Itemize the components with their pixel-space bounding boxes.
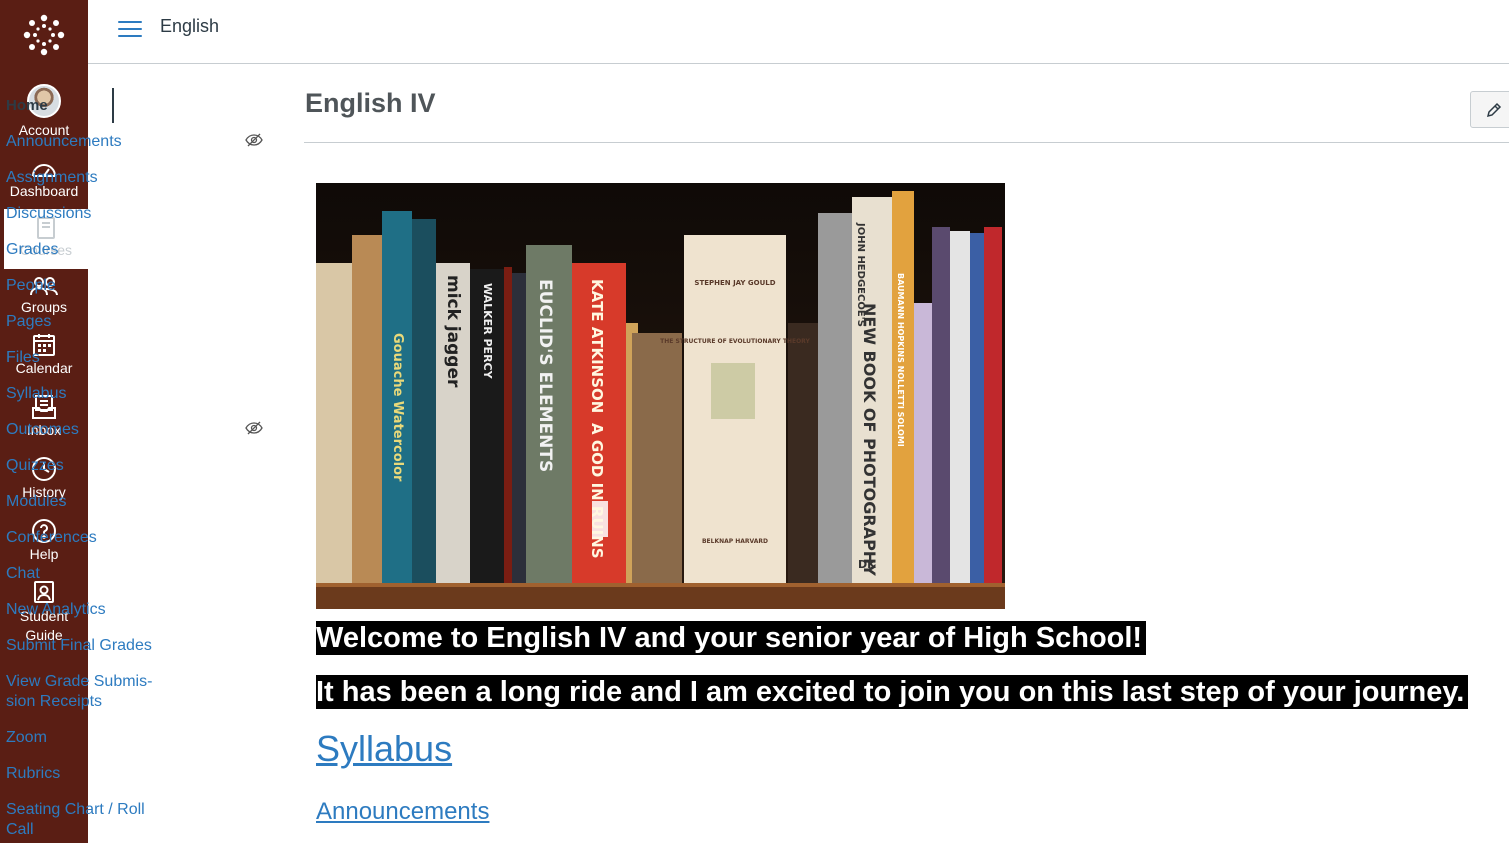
course-nav-files[interactable]: Files [6,348,156,368]
hidden-eye-icon[interactable] [245,421,263,435]
course-nav-announcements[interactable]: Announcements [6,132,156,152]
spine-text-baumann: BAUMANN HOPKINS NOLLETTI SOLOMI [896,273,905,447]
page-title: English IV [305,88,436,118]
course-nav-modules[interactable]: Modules [6,492,156,512]
course-nav-submit-final-grades[interactable]: Submit Final Grades [6,636,156,656]
course-nav-people[interactable]: People [6,276,156,296]
spine-text-belknap: BELKNAP HARVARD [702,538,768,545]
course-nav-view-grade-submission-receipts[interactable]: View Grade Submis- sion Receipts [6,672,156,712]
spine-text-walker: WALKER PERCY [481,283,494,380]
course-nav-discussions[interactable]: Discussions [6,204,156,224]
welcome-line-1: Welcome to English IV and your senior ye… [316,621,1147,655]
course-nav-grades[interactable]: Grades [6,240,156,260]
edit-button[interactable] [1470,91,1509,128]
spine-text-watercolor: Gouache Watercolor [390,333,405,482]
hamburger-menu-icon[interactable] [118,18,142,38]
announcements-link[interactable]: Announcements [316,798,489,826]
course-nav-seating-line2: Call [6,821,34,838]
breadcrumb-course[interactable]: English [160,16,219,37]
course-nav-conferences[interactable]: Conferences [6,528,156,548]
spine-text-kate: KATE ATKINSON [588,279,606,413]
course-nav-seating-chart[interactable]: Seating Chart / Roll Call [6,800,156,840]
spine-text-structure: THE STRUCTURE OF EVOLUTIONARY THEORY [660,338,810,345]
course-nav-assignments[interactable]: Assignments [6,168,156,188]
spine-text-photo: NEW BOOK OF PHOTOGRAPHY [860,303,879,576]
title-divider [304,142,1509,143]
spine-text-mick: mick jagger [443,275,463,388]
course-nav-rubrics[interactable]: Rubrics [6,764,156,784]
course-nav-zoom[interactable]: Zoom [6,728,156,748]
course-nav-quizzes[interactable]: Quizzes [6,456,156,476]
course-nav-pages[interactable]: Pages [6,312,156,332]
hidden-eye-icon[interactable] [245,133,263,147]
course-nav-outcomes[interactable]: Outcomes [6,420,156,440]
course-nav-seating-line1: Seating Chart / Roll [6,801,145,818]
welcome-line-2: It has been a long ride and I am excited… [316,675,1469,709]
syllabus-link[interactable]: Syllabus [316,728,452,770]
course-nav-home[interactable]: Home [6,96,156,116]
bookshelf-banner-image: Gouache Watercolor mick jagger WALKER PE… [316,183,1005,609]
spine-text-gould: STEPHEN JAY GOULD [694,279,775,287]
header-bar: English [88,0,1509,64]
spine-text-dk: DK [858,558,876,571]
canvas-logo-icon[interactable] [0,0,88,70]
course-nav-syllabus[interactable]: Syllabus [6,384,156,404]
course-nav-chat[interactable]: Chat [6,564,156,584]
course-nav-receipts-line1: View Grade Submis- [6,673,153,690]
course-nav-new-analytics[interactable]: New Analytics [6,600,156,620]
course-nav-receipts-line2: sion Receipts [6,693,103,710]
pencil-icon [1486,102,1502,118]
spine-text-god: A GOD IN RUINS [588,423,606,559]
spine-text-euclid: EUCLID'S ELEMENTS [535,279,555,472]
